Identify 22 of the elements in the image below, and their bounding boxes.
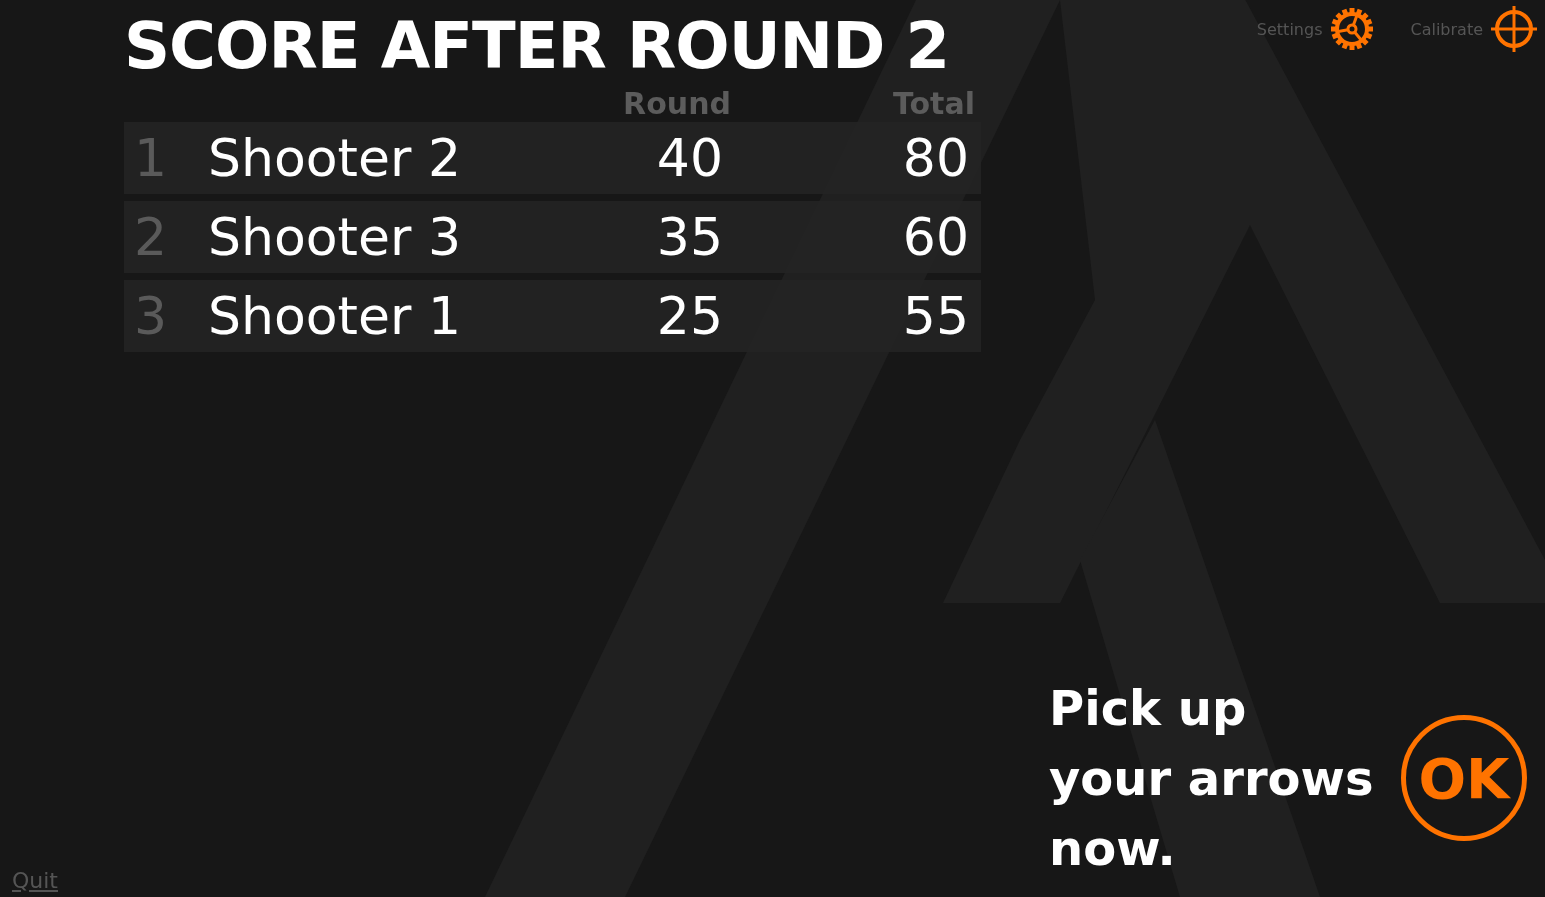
round-score: 40 [655, 128, 724, 188]
settings-link[interactable]: Settings [1256, 6, 1375, 52]
ok-button[interactable]: OK [1401, 715, 1527, 841]
shooter-name: Shooter 3 [207, 207, 462, 267]
rank-number: 3 [133, 286, 169, 346]
round-score: 35 [655, 207, 724, 267]
rank-number: 1 [133, 128, 169, 188]
page-title: SCORE AFTER ROUND 2 [124, 8, 951, 85]
column-header: Total [892, 86, 976, 122]
crosshair-icon [1491, 6, 1537, 52]
shooter-name: Shooter 2 [207, 128, 462, 188]
instruction-text: Pick up your arrows now. [1049, 679, 1375, 878]
quit-link[interactable]: Quit [12, 868, 58, 893]
gear-icon [1330, 7, 1375, 51]
column-header: Round [622, 86, 731, 122]
round-score: 25 [655, 286, 724, 346]
calibrate-link[interactable]: Calibrate [1410, 6, 1537, 52]
shooter-name: Shooter 1 [207, 286, 462, 346]
total-score: 55 [901, 286, 970, 346]
rank-number: 2 [133, 207, 169, 267]
total-score: 80 [901, 128, 970, 188]
total-score: 60 [901, 207, 970, 267]
